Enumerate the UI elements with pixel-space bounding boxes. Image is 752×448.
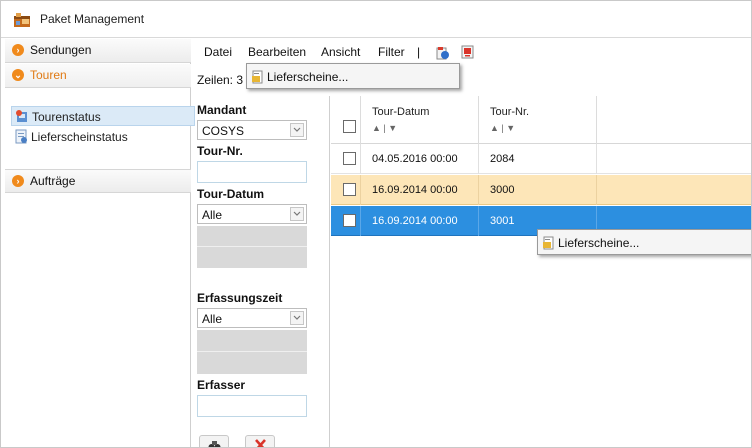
nav-section-label: Aufträge (30, 174, 76, 188)
export-icon[interactable] (436, 46, 450, 60)
tourdatum-label: Tour-Datum (197, 187, 265, 201)
menu-datei[interactable]: Datei (204, 45, 232, 59)
erfassungszeit-select[interactable]: Alle (197, 308, 307, 328)
tourdatum-select[interactable]: Alle (197, 204, 307, 224)
delivery-note-icon (252, 70, 263, 84)
filter-panel: Mandant COSYS Tour-Nr. Tour-Datum Alle E… (191, 96, 330, 447)
erfassungszeit-range-disabled (197, 330, 307, 374)
table-row[interactable]: 04.05.2016 00:00 2084 (331, 144, 751, 174)
cell-tour-datum: 16.09.2014 00:00 (372, 215, 458, 227)
delivery-note-icon (543, 236, 554, 250)
table-header: Tour-Datum ▲ | ▼ Tour-Nr. ▲ | ▼ (331, 96, 751, 144)
binoculars-icon (208, 441, 221, 447)
cell-tour-nr: 2084 (490, 153, 515, 165)
sort-arrows-icon[interactable]: ▲ | ▼ (490, 123, 515, 133)
clear-filter-button[interactable] (245, 435, 275, 447)
column-tour-nr[interactable]: Tour-Nr. ▲ | ▼ (480, 96, 597, 144)
mandant-select[interactable]: COSYS (197, 120, 307, 140)
nav-item-label: Lieferscheinstatus (31, 130, 128, 144)
column-label: Tour-Nr. (490, 106, 530, 118)
menu-dropdown: Lieferscheine... (246, 63, 460, 89)
chevron-down-icon (290, 123, 304, 137)
mandant-label: Mandant (197, 103, 247, 117)
cell-tour-datum: 16.09.2014 00:00 (372, 184, 458, 196)
cell-tour-nr: 3001 (490, 215, 515, 227)
row-checkbox[interactable] (343, 214, 356, 227)
nav-item-label: Tourenstatus (32, 110, 101, 124)
tournr-input[interactable] (197, 161, 307, 183)
tournr-label: Tour-Nr. (197, 144, 243, 158)
tour-table: Tour-Datum ▲ | ▼ Tour-Nr. ▲ | ▼ 04.05.20… (331, 96, 751, 447)
cell-tour-nr: 3000 (490, 184, 515, 196)
nav-section-label: Sendungen (30, 43, 92, 57)
erfasser-label: Erfasser (197, 378, 246, 392)
cell-tour-datum: 04.05.2016 00:00 (372, 153, 458, 165)
erfassungszeit-label: Erfassungszeit (197, 291, 283, 305)
nav-item-lieferscheinstatus[interactable]: Lieferscheinstatus (11, 127, 195, 147)
column-label: Tour-Datum (372, 106, 430, 118)
column-tour-datum[interactable]: Tour-Datum ▲ | ▼ (362, 96, 479, 144)
chevron-down-icon (290, 311, 304, 325)
truck-status-icon (16, 110, 27, 122)
menu-filter[interactable]: Filter (378, 45, 405, 59)
chevron-right-icon: › (12, 44, 24, 56)
chevron-right-icon: › (12, 175, 24, 187)
pdf-icon[interactable] (461, 45, 475, 59)
select-value: Alle (202, 312, 223, 326)
window-title: Paket Management (40, 12, 145, 26)
package-app-icon (14, 13, 30, 27)
erfasser-input[interactable] (197, 395, 307, 417)
document-status-icon (15, 129, 27, 144)
left-navigation: › Sendungen ⌄ Touren Tourenstatus Liefer… (5, 39, 195, 447)
header-select-all (331, 96, 361, 144)
rows-count: Zeilen: 3 (197, 73, 244, 87)
table-row[interactable]: 16.09.2014 00:00 3000 (331, 175, 751, 205)
tourdatum-range-disabled (197, 226, 307, 268)
select-value: Alle (202, 208, 223, 222)
menu-item-lieferscheine[interactable]: Lieferscheine... (251, 68, 455, 86)
nav-section-sendungen[interactable]: › Sendungen (5, 39, 191, 63)
context-item-lieferscheine[interactable]: Lieferscheine... (542, 234, 748, 252)
context-item-label: Lieferscheine... (558, 236, 640, 250)
menu-bar: Datei Bearbeiten Ansicht Filter | (191, 39, 751, 65)
menu-separator: | (417, 45, 421, 59)
menu-bearbeiten[interactable]: Bearbeiten (248, 45, 306, 59)
nav-section-label: Touren (30, 68, 67, 82)
context-menu: Lieferscheine... (537, 229, 751, 255)
row-checkbox[interactable] (343, 152, 356, 165)
menu-item-label: Lieferscheine... (267, 70, 349, 84)
nav-item-tourenstatus[interactable]: Tourenstatus (11, 106, 195, 126)
delete-x-icon (255, 439, 266, 447)
row-checkbox[interactable] (343, 183, 356, 196)
nav-section-touren[interactable]: ⌄ Touren (5, 64, 191, 88)
menu-ansicht[interactable]: Ansicht (321, 45, 360, 59)
apply-filter-button[interactable] (199, 435, 229, 447)
chevron-down-icon: ⌄ (12, 69, 24, 81)
select-value: COSYS (202, 124, 245, 138)
title-bar: Paket Management (1, 1, 751, 38)
app-window: Paket Management › Sendungen ⌄ Touren To… (0, 0, 752, 448)
nav-section-auftraege[interactable]: › Aufträge (5, 169, 191, 193)
chevron-down-icon (290, 207, 304, 221)
select-all-checkbox[interactable] (343, 120, 356, 133)
sort-arrows-icon[interactable]: ▲ | ▼ (372, 123, 397, 133)
